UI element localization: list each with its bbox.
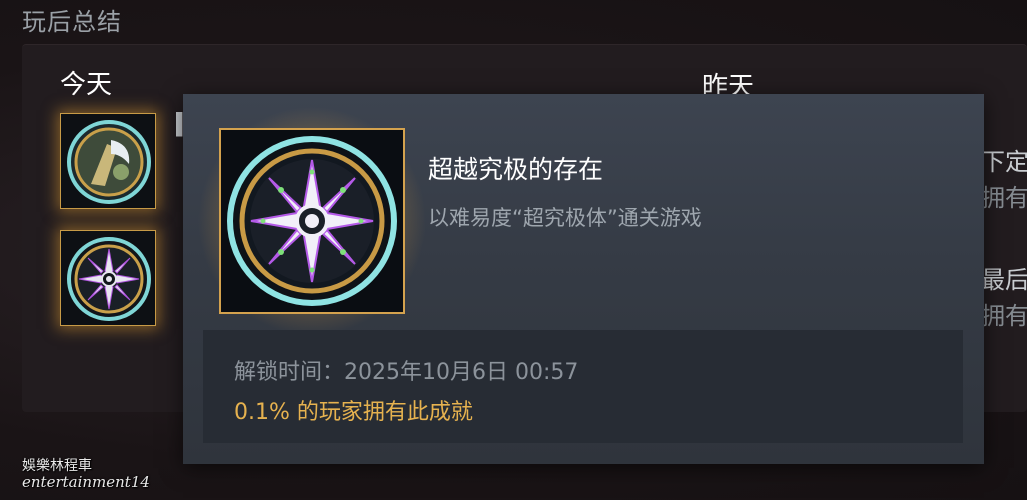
unlock-time: 解锁时间：2025年10月6日 00:57 xyxy=(234,360,579,385)
yesterday-item-1-title: 下定决 xyxy=(981,148,1027,176)
achievement-icon-2[interactable] xyxy=(60,230,156,326)
tooltip-achievement-icon xyxy=(219,128,405,314)
yesterday-item-1-rarity: 拥有此 xyxy=(981,184,1027,212)
tooltip-achievement-icon-wrap xyxy=(197,106,427,336)
knight-emblem-icon xyxy=(67,120,151,204)
watermark-line2: entertainment14 xyxy=(22,473,150,491)
tooltip-description: 以难易度“超究极体”通关游戏 xyxy=(428,206,702,230)
yesterday-item-2-title: 最后一 xyxy=(981,266,1027,294)
star-compass-achievement-icon xyxy=(227,136,397,306)
section-title: 玩后总结 xyxy=(22,8,122,36)
tooltip-title: 超越究极的存在 xyxy=(428,155,604,184)
watermark-line1: 娛樂林程車 xyxy=(22,458,92,474)
watermark: 娛樂林程車 entertainment14 xyxy=(22,458,150,490)
yesterday-item-2-rarity: 拥有此 xyxy=(981,302,1027,330)
today-label: 今天 xyxy=(60,70,113,100)
tooltip-footer xyxy=(203,330,963,443)
star-compass-small-icon xyxy=(67,237,151,321)
achievement-icon-1[interactable] xyxy=(60,113,156,209)
rarity-text: 0.1% 的玩家拥有此成就 xyxy=(234,400,473,425)
